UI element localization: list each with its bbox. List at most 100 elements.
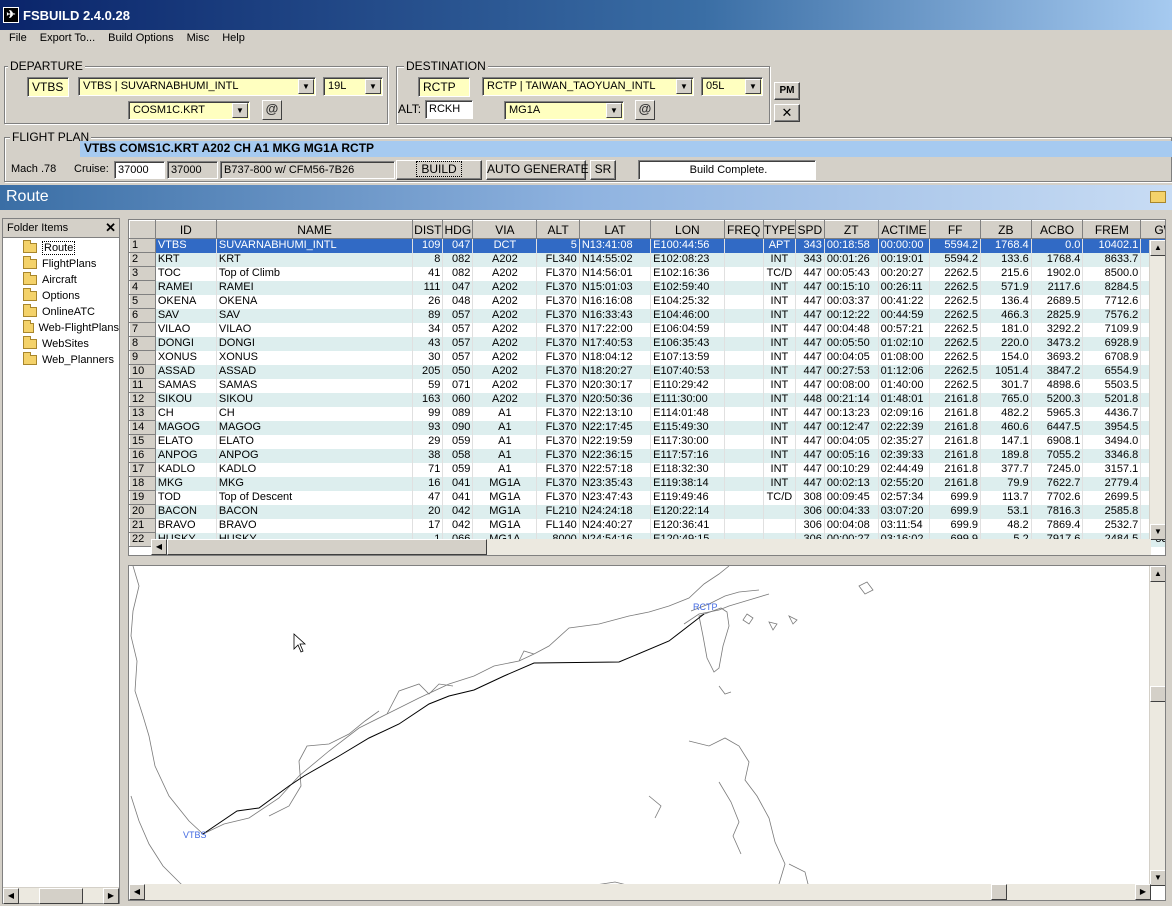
table-row[interactable]: 6 SAV SAV 89 057 A202 FL370 N16:33:43 E104:46:00…	[129, 308, 1165, 323]
table-row[interactable]: 7 VILAO VILAO 34 057 A202 FL370 N17:22:00 E106:0…	[129, 322, 1165, 337]
table-row[interactable]: 20 BACON BACON 20 042 MG1A FL210 N24:24:18 E120:…	[129, 504, 1165, 519]
menu-file[interactable]: File	[9, 32, 27, 44]
build-button[interactable]: BUILD	[396, 160, 482, 180]
chevron-left-icon[interactable]: ◀	[3, 888, 19, 904]
chevron-up-icon[interactable]: ▲	[1150, 240, 1165, 256]
table-row[interactable]: 1 VTBS SUVARNABHUMI_INTL 109 047 DCT 5 N13:41:0…	[129, 238, 1165, 253]
table-row[interactable]: 19 TOD Top of Descent 47 041 MG1A FL370 N23:47:…	[129, 490, 1165, 505]
chevron-down-icon[interactable]: ▼	[606, 103, 622, 118]
table-row[interactable]: 15 ELATO ELATO 29 059 A1 FL370 N22:19:59 E117:30…	[129, 434, 1165, 449]
table-row[interactable]: 18 MKG MKG 16 041 MG1A FL370 N23:35:43 E119:38:1…	[129, 476, 1165, 491]
table-hscrollbar[interactable]: ◀	[151, 539, 1151, 555]
table-row[interactable]: 17 KADLO KADLO 71 059 A1 FL370 N22:57:18 E118:32…	[129, 462, 1165, 477]
destination-airport-select[interactable]: RCTP | TAIWAN_TAOYUAN_INTL ▼	[482, 77, 694, 96]
folder-item-web-flightplans[interactable]: Web-FlightPlans	[3, 320, 119, 336]
column-header[interactable]: HDG	[442, 220, 474, 239]
close-icon[interactable]: ✕	[105, 219, 116, 237]
route-map[interactable]: VTBS RCTP ▲ ▼ ◀ ▶	[128, 565, 1166, 901]
column-header[interactable]: ZB	[980, 220, 1032, 239]
folder-hscrollbar[interactable]: ◀ ▶	[3, 887, 119, 904]
table-row[interactable]: 9 XONUS XONUS 30 057 A202 FL370 N18:04:12 E107:1…	[129, 350, 1165, 365]
column-header[interactable]: FREQ	[723, 220, 764, 239]
chevron-left-icon[interactable]: ◀	[129, 884, 145, 900]
departure-icao[interactable]: VTBS	[27, 77, 69, 97]
destination-search-button[interactable]: @	[635, 100, 655, 120]
departure-airport-select[interactable]: VTBS | SUVARNABHUMI_INTL ▼	[78, 77, 316, 96]
folder-item-websites[interactable]: WebSites	[3, 336, 119, 352]
cruise-altitude-input[interactable]: 37000	[114, 161, 165, 179]
column-header[interactable]: LON	[650, 220, 725, 239]
table-row[interactable]: 5 OKENA OKENA 26 048 A202 FL370 N16:16:08 E104:2…	[129, 294, 1165, 309]
table-cell: N16:33:43	[579, 308, 652, 323]
column-header[interactable]: GW	[1140, 220, 1165, 239]
folder-item-options[interactable]: Options	[3, 288, 119, 304]
table-row[interactable]: 4 RAMEI RAMEI 111 047 A202 FL370 N15:01:03 E102:…	[129, 280, 1165, 295]
folder-item-onlineatc[interactable]: OnlineATC	[3, 304, 119, 320]
table-row[interactable]: 2 KRT KRT 8 082 A202 FL340 N14:55:02 E102:08:23 I…	[129, 252, 1165, 267]
departure-runway-select[interactable]: 19L ▼	[323, 77, 383, 96]
scroll-thumb[interactable]	[1150, 686, 1165, 702]
chevron-right-icon[interactable]: ▶	[103, 888, 119, 904]
menu-export[interactable]: Export To...	[40, 32, 95, 44]
folder-icon[interactable]	[1150, 191, 1166, 203]
menu-help[interactable]: Help	[222, 32, 245, 44]
flight-plan-route[interactable]: VTBS COMS1C.KRT A202 CH A1 MKG MG1A RCTP	[80, 141, 1172, 157]
table-row[interactable]: 16 ANPOG ANPOG 38 058 A1 FL370 N22:36:15 E117:57…	[129, 448, 1165, 463]
chevron-down-icon[interactable]: ▼	[1150, 870, 1165, 886]
chevron-down-icon[interactable]: ▼	[232, 103, 248, 118]
column-header[interactable]: ZT	[823, 220, 879, 239]
chevron-down-icon[interactable]: ▼	[745, 79, 761, 94]
sid-select[interactable]: COSM1C.KRT ▼	[128, 101, 250, 120]
column-header[interactable]: VIA	[472, 220, 538, 239]
folder-item-web-planners[interactable]: Web_Planners	[3, 352, 119, 368]
menu-misc[interactable]: Misc	[187, 32, 210, 44]
column-header[interactable]: FREM	[1082, 220, 1142, 239]
auto-generate-button[interactable]: AUTO GENERATE	[486, 160, 589, 180]
scroll-thumb[interactable]	[39, 888, 83, 904]
map-vscrollbar[interactable]: ▲ ▼	[1149, 566, 1165, 886]
column-header[interactable]: ACTIME	[877, 220, 931, 239]
folder-item-flightplans[interactable]: FlightPlans	[3, 256, 119, 272]
column-header[interactable]: NAME	[215, 220, 414, 239]
table-row[interactable]: 11 SAMAS SAMAS 59 071 A202 FL370 N20:30:17 E110:…	[129, 378, 1165, 393]
chevron-down-icon[interactable]: ▼	[365, 79, 381, 94]
chevron-left-icon[interactable]: ◀	[151, 539, 167, 555]
destination-runway-select[interactable]: 05L ▼	[701, 77, 763, 96]
column-header[interactable]: SPD	[794, 220, 825, 239]
sr-button[interactable]: SR	[590, 160, 616, 180]
chevron-right-icon[interactable]: ▶	[1135, 884, 1151, 900]
table-cell: 447	[795, 406, 825, 421]
pm-button[interactable]: PM	[774, 82, 800, 100]
column-header[interactable]: ID	[154, 220, 217, 239]
table-row[interactable]: 10 ASSAD ASSAD 205 050 A202 FL370 N18:20:27 E107…	[129, 364, 1165, 379]
alternate-input[interactable]: RCKH	[425, 100, 473, 119]
chevron-down-icon[interactable]: ▼	[1150, 524, 1165, 540]
table-row[interactable]: 13 CH CH 99 089 A1 FL370 N22:13:10 E114:01:48 INT…	[129, 406, 1165, 421]
table-row[interactable]: 12 SIKOU SIKOU 163 060 A202 FL370 N20:50:36 E111…	[129, 392, 1165, 407]
column-header[interactable]: FF	[929, 220, 982, 239]
menu-build-options[interactable]: Build Options	[108, 32, 173, 44]
table-row[interactable]: 14 MAGOG MAGOG 93 090 A1 FL370 N22:17:45 E115:49…	[129, 420, 1165, 435]
table-row[interactable]: 21 BRAVO BRAVO 17 042 MG1A FL140 N24:40:27 E120:…	[129, 518, 1165, 533]
table-vscrollbar[interactable]: ▲ ▼	[1149, 240, 1165, 540]
column-header[interactable]: ACBO	[1030, 220, 1084, 239]
column-header[interactable]: LAT	[578, 220, 652, 239]
scroll-thumb[interactable]	[167, 539, 487, 555]
folder-item-aircraft[interactable]: Aircraft	[3, 272, 119, 288]
departure-search-button[interactable]: @	[262, 100, 282, 120]
map-hscrollbar[interactable]: ◀ ▶	[129, 884, 1151, 900]
table-row[interactable]: 3 TOC Top of Climb 41 082 A202 FL370 N14:56:01 E…	[129, 266, 1165, 281]
column-header[interactable]: DIST	[412, 220, 444, 239]
scroll-thumb[interactable]	[991, 884, 1007, 900]
chevron-down-icon[interactable]: ▼	[676, 79, 692, 94]
folder-item-route[interactable]: Route	[3, 240, 119, 256]
chevron-down-icon[interactable]: ▼	[298, 79, 314, 94]
column-header[interactable]	[129, 220, 156, 239]
destination-icao[interactable]: RCTP	[418, 77, 470, 97]
star-select[interactable]: MG1A ▼	[504, 101, 624, 120]
chevron-up-icon[interactable]: ▲	[1150, 566, 1165, 582]
table-row[interactable]: 8 DONGI DONGI 43 057 A202 FL370 N17:40:53 E106:3…	[129, 336, 1165, 351]
column-header[interactable]: ALT	[536, 220, 580, 239]
column-header[interactable]: TYPE	[762, 220, 796, 239]
clear-button[interactable]: ✕	[774, 104, 800, 122]
